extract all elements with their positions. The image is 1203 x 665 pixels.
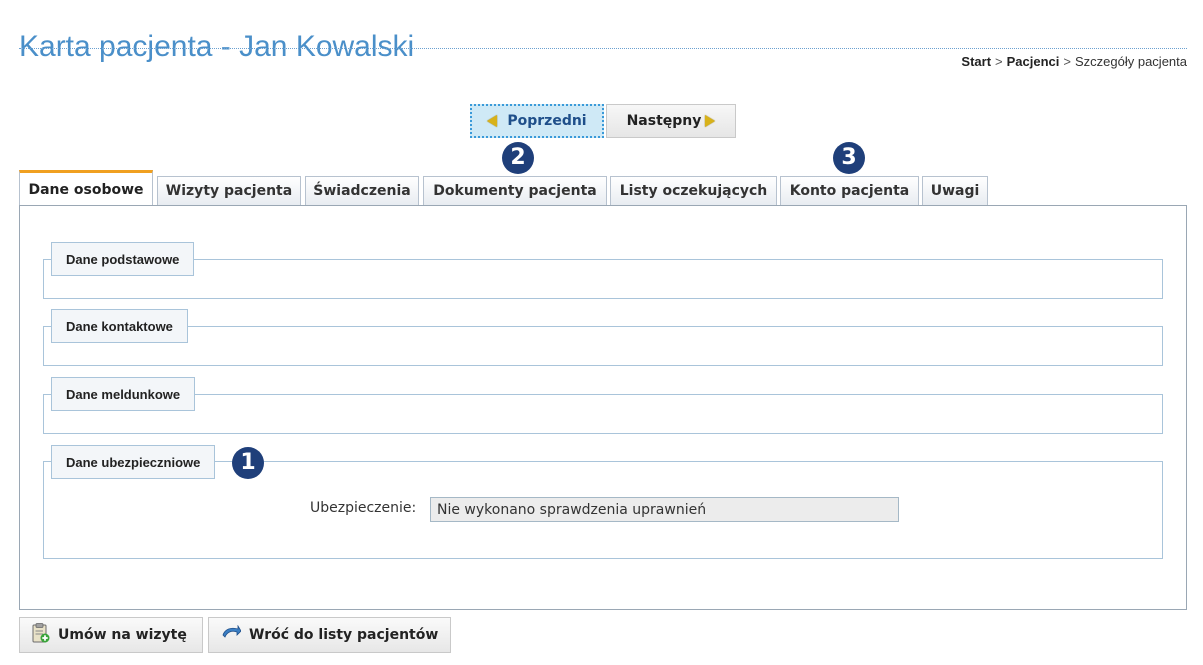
section-registration-data-header[interactable]: Dane meldunkowe xyxy=(51,377,196,411)
schedule-visit-label: Umów na wizytę xyxy=(58,627,187,643)
back-to-list-label: Wróć do listy pacjentów xyxy=(249,627,439,643)
tab-personal-data[interactable]: Dane osobowe xyxy=(19,170,153,206)
previous-button-label: Poprzedni xyxy=(507,113,587,129)
section-registration-data xyxy=(43,394,1163,434)
breadcrumb-item-start[interactable]: Start xyxy=(961,54,991,69)
section-basic-data-header[interactable]: Dane podstawowe xyxy=(51,242,195,276)
back-to-list-button[interactable]: Wróć do listy pacjentów xyxy=(208,617,451,653)
insurance-label: Ubezpieczenie: xyxy=(310,500,417,516)
section-contact-data xyxy=(43,326,1163,366)
back-arrow-icon xyxy=(221,624,242,645)
tab-patient-visits[interactable]: Wizyty pacjenta xyxy=(157,176,301,205)
tab-notes[interactable]: Uwagi xyxy=(922,176,988,205)
tab-waiting-lists[interactable]: Listy oczekujących xyxy=(610,176,777,205)
callout-badge-1: 1 xyxy=(232,447,264,479)
clipboard-add-icon xyxy=(32,623,50,647)
breadcrumb: Start > Pacjenci > Szczegóły pacjenta xyxy=(961,54,1187,69)
tab-patient-documents[interactable]: Dokumenty pacjenta xyxy=(423,176,607,205)
arrow-left-icon xyxy=(487,115,498,127)
breadcrumb-item-patients[interactable]: Pacjenci xyxy=(1007,54,1060,69)
insurance-field[interactable] xyxy=(430,497,899,522)
breadcrumb-separator: > xyxy=(1063,54,1071,69)
previous-button[interactable]: Poprzedni xyxy=(470,104,604,138)
breadcrumb-separator: > xyxy=(995,54,1003,69)
schedule-visit-button[interactable]: Umów na wizytę xyxy=(19,617,203,653)
tab-services[interactable]: Świadczenia xyxy=(305,176,419,205)
section-basic-data xyxy=(43,259,1163,299)
title-divider xyxy=(19,48,1187,49)
callout-badge-3: 3 xyxy=(833,142,865,174)
next-button[interactable]: Następny xyxy=(606,104,736,138)
arrow-right-icon xyxy=(705,115,716,127)
section-contact-data-header[interactable]: Dane kontaktowe xyxy=(51,309,188,343)
next-button-label: Następny xyxy=(626,113,702,129)
tab-patient-account[interactable]: Konto pacjenta xyxy=(780,176,919,205)
section-insurance-data-header[interactable]: Dane ubezpieczniowe xyxy=(51,445,216,479)
breadcrumb-item-current: Szczegóły pacjenta xyxy=(1074,54,1187,69)
callout-badge-2: 2 xyxy=(502,142,534,174)
